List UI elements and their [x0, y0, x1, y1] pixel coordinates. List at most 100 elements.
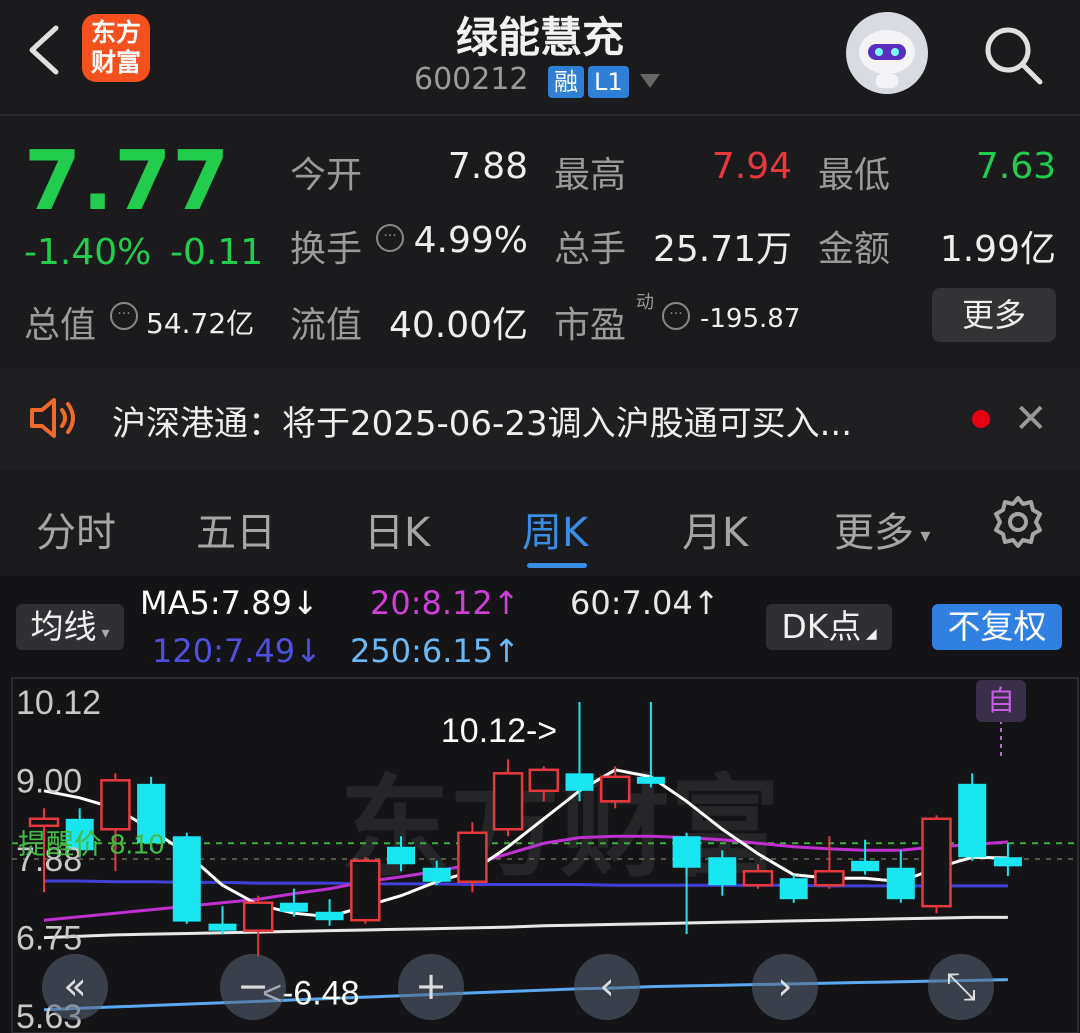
ma250-line — [43, 978, 1008, 1012]
candle-body — [921, 817, 952, 908]
candle-body — [599, 775, 631, 803]
tab-intraday[interactable]: 分时 — [36, 500, 116, 558]
low-value: 7.63 — [975, 146, 1056, 187]
candle-body — [993, 857, 1022, 867]
fullscreen-icon[interactable]: ⤡ — [928, 954, 994, 1020]
dk-point-button[interactable]: DK点 ◢ — [766, 604, 892, 650]
candle-body — [779, 878, 808, 900]
pe-info-icon[interactable]: ··· — [662, 302, 690, 330]
alert-price-label: 提醒价 8.10 — [18, 828, 164, 859]
ma250-value: 250:6.15↑ — [350, 632, 520, 670]
high-value: 7.94 — [711, 146, 792, 187]
tab-five-day[interactable]: 五日 — [196, 500, 276, 558]
ma120-value: 120:7.49↓ — [152, 632, 322, 670]
turnover-value: 4.99% — [413, 220, 528, 261]
candle-body — [242, 901, 274, 932]
amount-value: 1.99亿 — [939, 229, 1056, 270]
indicator-caret-icon: ▾ — [96, 623, 110, 642]
open-label: 今开 — [290, 155, 363, 196]
level-badge: L1 — [588, 66, 629, 98]
candle-body — [708, 857, 737, 886]
candle-body — [814, 869, 845, 887]
margin-badge: 融 — [548, 66, 584, 98]
logo-line1: 东方 — [90, 18, 141, 47]
ma60-value: 60:7.04↑ — [570, 584, 720, 622]
indicator-label: 均线 — [30, 607, 97, 646]
active-tab-indicator — [527, 563, 587, 568]
volume-value: 25.71万 — [652, 229, 792, 270]
unread-dot — [972, 410, 990, 428]
open-value: 7.88 — [447, 146, 528, 187]
scroll-left-icon[interactable]: ‹ — [574, 954, 640, 1020]
pe-label: 市盈 — [554, 305, 627, 346]
stock-name: 绿能慧充 — [455, 13, 624, 62]
ma5-value: MA5:7.89↓ — [140, 584, 319, 622]
gear-icon[interactable] — [990, 494, 1046, 550]
low-label: 最低 — [818, 155, 891, 196]
header-divider — [0, 114, 1080, 116]
candle-body — [422, 867, 451, 882]
app-logo[interactable]: 东方 财富 — [82, 14, 150, 82]
candle-body — [742, 869, 774, 887]
assistant-robot-icon[interactable] — [846, 12, 928, 94]
candle-body — [851, 860, 880, 872]
candle-body — [457, 831, 488, 883]
candle-body — [172, 836, 201, 922]
adjustment-button[interactable]: 不复权 — [932, 604, 1062, 650]
market-cap-value: 54.72亿 — [146, 307, 255, 340]
tab-more[interactable]: 更多 ▾ — [834, 500, 930, 558]
market-cap-info-icon[interactable]: ··· — [110, 302, 138, 330]
candle-body — [636, 776, 665, 784]
candle-body — [387, 846, 415, 865]
more-quote-button[interactable]: 更多 — [932, 288, 1056, 342]
change-amount: -0.11 — [170, 232, 264, 273]
candle-body — [100, 779, 131, 831]
tab-weekly-k[interactable]: 周K — [522, 500, 588, 558]
float-cap-label: 流值 — [290, 305, 363, 346]
high-label: 最高 — [554, 155, 627, 196]
close-icon[interactable]: ✕ — [1014, 396, 1048, 442]
stock-code: 600212 — [414, 62, 529, 97]
candle-body — [315, 911, 344, 921]
tab-more-label: 更多 — [834, 510, 914, 556]
tab-daily-k[interactable]: 日K — [364, 500, 430, 558]
candle-body — [279, 902, 308, 912]
notice-text[interactable]: 沪深港通：将于2025-06-23调入沪股通可买入... — [112, 396, 852, 445]
market-cap-label: 总值 — [24, 305, 97, 346]
zoom-out-icon[interactable]: − — [220, 954, 286, 1020]
dk-corner-icon: ◢ — [861, 626, 877, 642]
change-percent: -1.40% — [24, 232, 152, 273]
candle-body — [492, 772, 524, 831]
candle-body — [528, 768, 560, 793]
float-cap-value: 40.00亿 — [388, 305, 528, 346]
candle-body — [672, 836, 701, 868]
indicator-select[interactable]: 均线 ▾ — [16, 604, 124, 650]
y-axis-label: 9.00 — [16, 763, 82, 801]
dk-point-label: DK点 — [781, 607, 862, 646]
kline-chart[interactable]: 东方财富 10.129.007.886.755.63提醒价 8.1010.12-… — [0, 666, 1080, 1033]
tab-more-caret-icon: ▾ — [914, 523, 931, 547]
candle-body — [208, 923, 237, 931]
scroll-start-icon[interactable]: « — [42, 954, 108, 1020]
scroll-right-icon[interactable]: › — [752, 954, 818, 1020]
logo-line2: 财富 — [90, 48, 141, 77]
pe-value: -195.87 — [700, 304, 801, 334]
candle-body — [958, 783, 987, 858]
candle-body — [28, 817, 60, 828]
volume-label: 总手 — [554, 229, 627, 270]
market-dropdown-icon[interactable] — [640, 74, 660, 88]
tab-monthly-k[interactable]: 月K — [682, 500, 748, 558]
search-icon[interactable] — [978, 20, 1046, 88]
amount-label: 金额 — [818, 229, 891, 270]
max-price-marker: 10.12-> — [441, 712, 557, 750]
turnover-label: 换手 — [290, 229, 363, 270]
turnover-info-icon[interactable]: ··· — [376, 224, 404, 252]
speaker-icon — [30, 398, 75, 438]
candle-body — [886, 867, 915, 900]
self-select-marker[interactable]: 自 — [976, 680, 1026, 722]
y-axis-label: 10.12 — [16, 684, 101, 722]
zoom-in-icon[interactable]: + — [398, 954, 464, 1020]
back-arrow-icon[interactable] — [22, 22, 66, 78]
candle-body — [350, 859, 381, 922]
ma20-value: 20:8.12↑ — [370, 584, 520, 622]
